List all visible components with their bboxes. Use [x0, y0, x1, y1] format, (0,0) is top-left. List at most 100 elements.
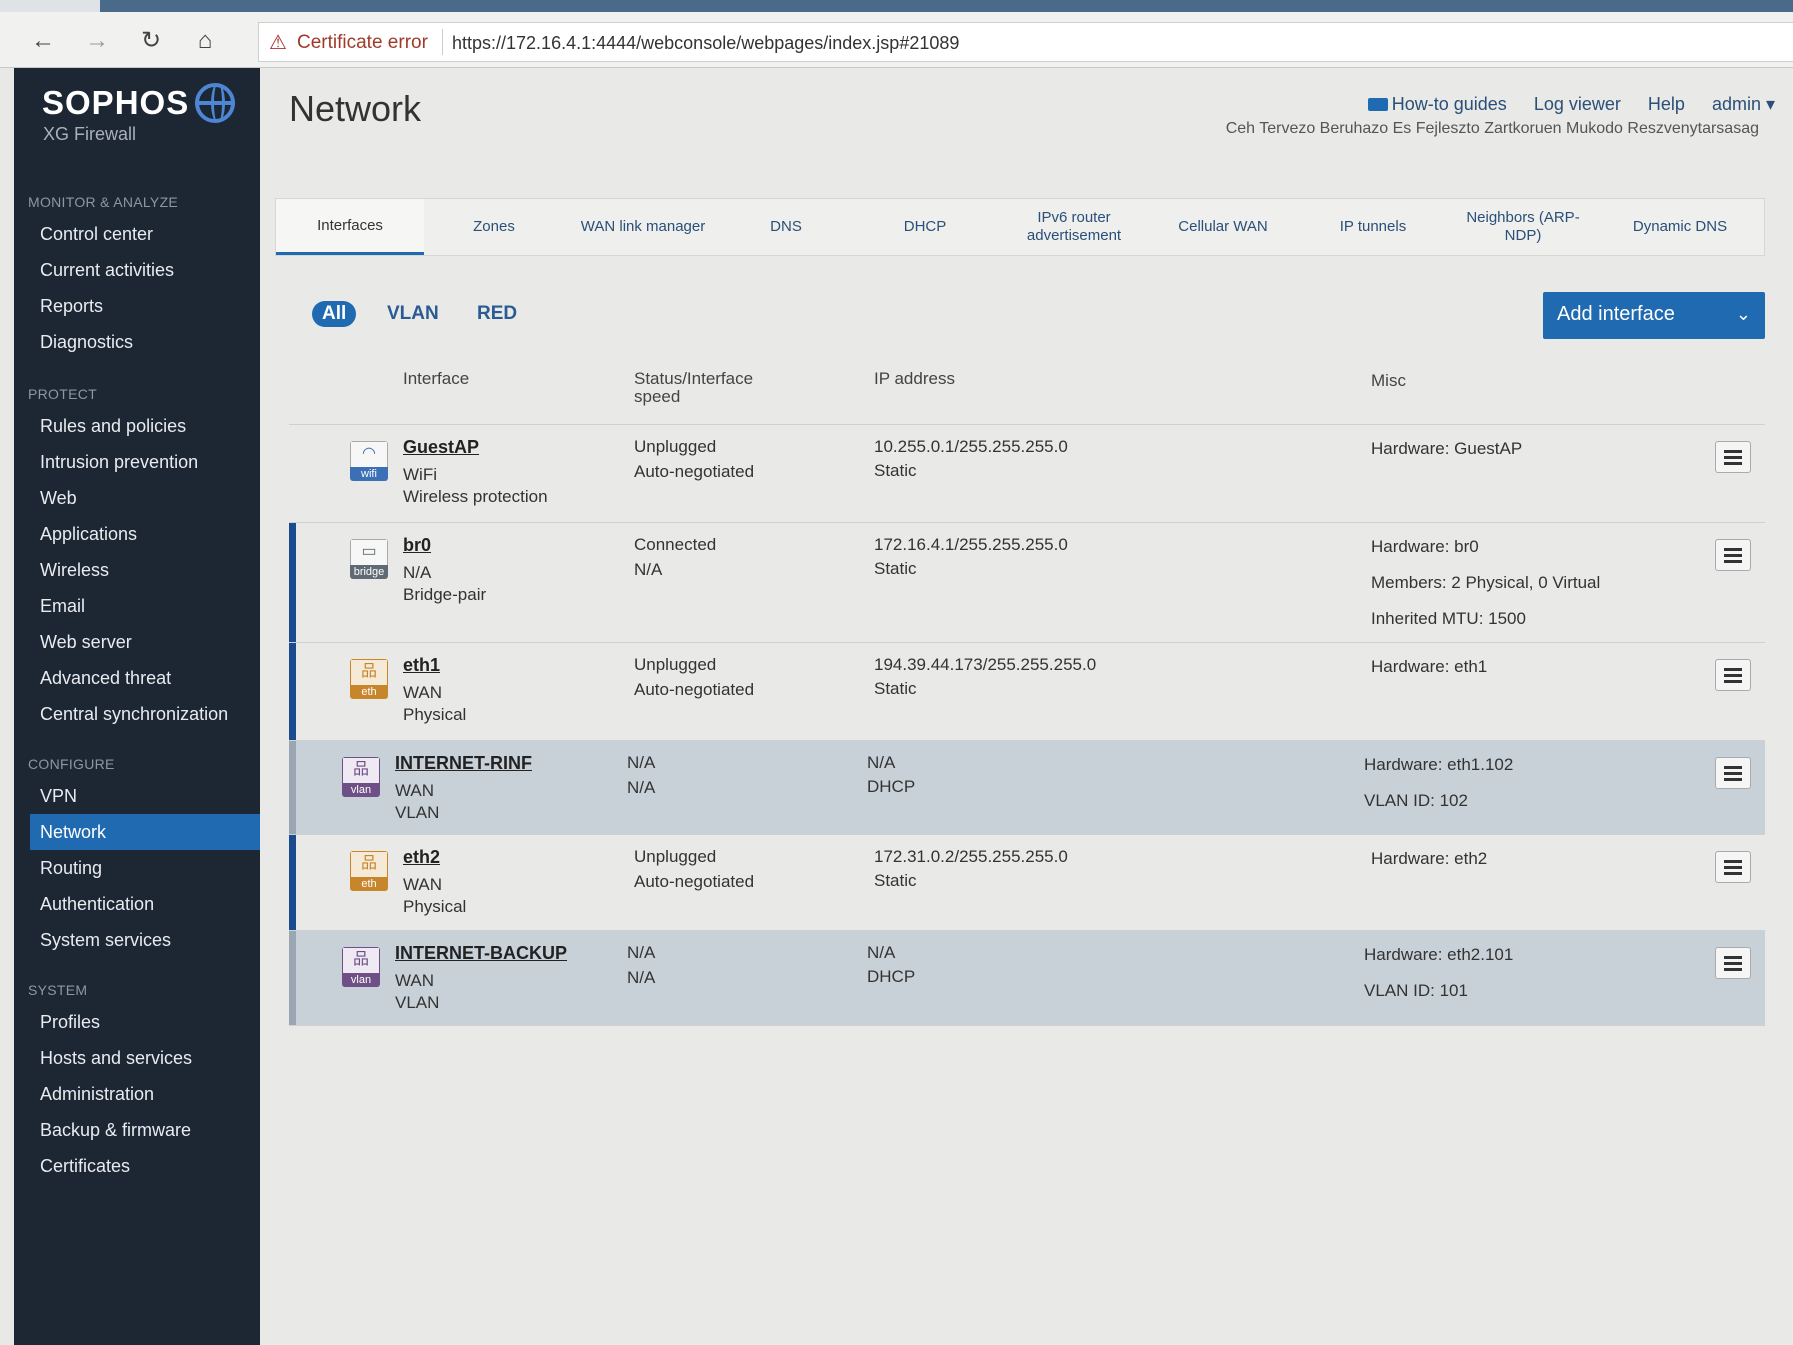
misc-hardware: Hardware: GuestAP — [1371, 439, 1523, 458]
interface-ip: 10.255.0.1/255.255.255.0 — [874, 437, 1068, 456]
row-menu-icon[interactable] — [1715, 441, 1751, 473]
sidebar-item-reports[interactable]: Reports — [40, 296, 103, 317]
section-monitor: MONITOR & ANALYZE — [28, 194, 179, 210]
interface-name-link[interactable]: INTERNET-BACKUP — [395, 943, 567, 964]
tab-ipv6-router-advertisement[interactable]: IPv6 router advertisement — [1000, 199, 1148, 255]
vlan-icon: 品 vlan — [342, 757, 380, 797]
tab-dns[interactable]: DNS — [722, 199, 850, 255]
sidebar-item-administration[interactable]: Administration — [40, 1084, 154, 1105]
tab-neighbors[interactable]: Neighbors (ARP- NDP) — [1448, 199, 1598, 255]
interface-ip-mode: DHCP — [867, 777, 916, 796]
interface-ip: 172.16.4.1/255.255.255.0 — [874, 535, 1068, 554]
howto-link[interactable]: How-to guides — [1367, 94, 1507, 114]
row-menu-icon[interactable] — [1715, 947, 1751, 979]
add-interface-label: Add interface — [1557, 303, 1675, 325]
table-row[interactable]: 品 eth eth2 WAN Physical Unplugged Auto-ne… — [289, 834, 1765, 930]
filter-red[interactable]: RED — [477, 303, 517, 325]
misc-vlan-id: VLAN ID: 101 — [1364, 981, 1468, 1000]
tab-dhcp[interactable]: DHCP — [850, 199, 1000, 255]
col-ip-address: IP address — [874, 369, 955, 388]
interface-speed: N/A — [627, 778, 656, 797]
table-row[interactable]: 品 eth eth1 WAN Physical Unplugged Auto-ne… — [289, 642, 1765, 740]
browser-tab-strip — [0, 0, 1793, 12]
admin-menu[interactable]: admin ▾ — [1712, 94, 1775, 114]
tab-ip-tunnels[interactable]: IP tunnels — [1298, 199, 1448, 255]
row-menu-icon[interactable] — [1715, 659, 1751, 691]
interface-type: WiFi — [403, 465, 437, 484]
chevron-down-icon[interactable]: ⌄ — [1736, 304, 1751, 325]
sidebar-item-authentication[interactable]: Authentication — [40, 894, 154, 915]
section-protect: PROTECT — [28, 386, 97, 402]
table-row[interactable]: ◠ wifi GuestAP WiFi Wireless protection U… — [289, 424, 1765, 522]
forward-icon[interactable]: → — [82, 26, 112, 56]
interface-kind: Bridge-pair — [403, 585, 487, 604]
log-viewer-link[interactable]: Log viewer — [1534, 94, 1621, 114]
sidebar-item-intrusion[interactable]: Intrusion prevention — [40, 452, 198, 473]
sidebar-item-routing[interactable]: Routing — [40, 858, 102, 879]
sidebar-item-web-server[interactable]: Web server — [40, 632, 132, 653]
tab-interfaces[interactable]: Interfaces — [276, 199, 424, 255]
filter-all[interactable]: All — [312, 301, 357, 327]
product-name: XG Firewall — [43, 124, 137, 144]
add-interface-button[interactable]: Add interface ⌄ — [1543, 292, 1765, 339]
sidebar-item-network[interactable]: Network — [30, 814, 260, 850]
sidebar-item-applications[interactable]: Applications — [40, 524, 137, 545]
interface-kind: Wireless protection — [403, 487, 548, 506]
browser-tab[interactable] — [0, 0, 100, 12]
help-link[interactable]: Help — [1648, 94, 1685, 114]
sidebar-item-vpn[interactable]: VPN — [40, 786, 77, 807]
row-indicator — [289, 835, 296, 930]
vlan-icon: 品 vlan — [342, 947, 380, 987]
misc-hardware: Hardware: br0 — [1371, 537, 1479, 556]
interface-name-link[interactable]: INTERNET-RINF — [395, 753, 532, 774]
interface-type: WAN — [403, 683, 443, 702]
row-menu-icon[interactable] — [1715, 851, 1751, 883]
sidebar-item-current-activities[interactable]: Current activities — [40, 260, 174, 281]
interface-name-link[interactable]: br0 — [403, 535, 431, 556]
table-row[interactable]: ▭ bridge br0 N/A Bridge-pair Connected N/… — [289, 522, 1765, 642]
tab-cellular-wan[interactable]: Cellular WAN — [1148, 199, 1298, 255]
sidebar-item-central-sync[interactable]: Central synchronization — [40, 704, 228, 725]
interface-speed: N/A — [627, 968, 656, 987]
interface-type: WAN — [395, 971, 435, 990]
address-divider — [442, 29, 443, 55]
sidebar-item-profiles[interactable]: Profiles — [40, 1012, 100, 1033]
sidebar-item-certificates[interactable]: Certificates — [40, 1156, 130, 1177]
sidebar-item-advanced-threat[interactable]: Advanced threat — [40, 668, 171, 689]
tab-wan-link-manager[interactable]: WAN link manager — [564, 199, 722, 255]
table-row[interactable]: 品 vlan INTERNET-RINF WAN VLAN N/A N/A N/A… — [289, 740, 1765, 834]
tab-dynamic-dns[interactable]: Dynamic DNS — [1598, 199, 1762, 255]
interface-speed: Auto-negotiated — [634, 872, 755, 891]
col-status: Status/Interface speed — [634, 370, 753, 406]
reload-icon[interactable]: ↻ — [136, 26, 166, 56]
page-title: Network — [289, 88, 422, 129]
sidebar-item-control-center[interactable]: Control center — [40, 224, 153, 245]
sidebar-item-backup[interactable]: Backup & firmware — [40, 1120, 191, 1141]
tab-ipv6-line2: advertisement — [1026, 227, 1122, 244]
interface-name-link[interactable]: eth1 — [403, 655, 440, 676]
sidebar-item-diagnostics[interactable]: Diagnostics — [40, 332, 133, 353]
interface-name-link[interactable]: GuestAP — [403, 437, 479, 458]
sidebar-item-system-services[interactable]: System services — [40, 930, 171, 951]
interface-ip: 172.31.0.2/255.255.255.0 — [874, 847, 1068, 866]
sidebar-item-rules[interactable]: Rules and policies — [40, 416, 186, 437]
table-row[interactable]: 品 vlan INTERNET-BACKUP WAN VLAN N/A N/A N… — [289, 930, 1765, 1026]
url-text[interactable]: https://172.16.4.1:4444/webconsole/webpa… — [452, 33, 959, 54]
misc-hardware: Hardware: eth2 — [1371, 849, 1488, 868]
sidebar-item-web[interactable]: Web — [40, 488, 77, 509]
filter-vlan[interactable]: VLAN — [387, 303, 439, 325]
sidebar-item-hosts-services[interactable]: Hosts and services — [40, 1048, 192, 1069]
interface-name-link[interactable]: eth2 — [403, 847, 440, 868]
interface-ip-mode: Static — [874, 679, 917, 698]
tab-zones[interactable]: Zones — [424, 199, 564, 255]
sidebar-item-email[interactable]: Email — [40, 596, 85, 617]
home-icon[interactable]: ⌂ — [190, 26, 220, 56]
bridge-icon: ▭ bridge — [350, 539, 388, 579]
row-menu-icon[interactable] — [1715, 757, 1751, 789]
row-menu-icon[interactable] — [1715, 539, 1751, 571]
sidebar-item-wireless[interactable]: Wireless — [40, 560, 109, 581]
certificate-error-label[interactable]: Certificate error — [297, 32, 428, 54]
howto-label: How-to guides — [1391, 94, 1507, 114]
back-icon[interactable]: ← — [28, 26, 58, 56]
address-bar[interactable]: ⚠ Certificate error https://172.16.4.1:4… — [258, 22, 1793, 62]
